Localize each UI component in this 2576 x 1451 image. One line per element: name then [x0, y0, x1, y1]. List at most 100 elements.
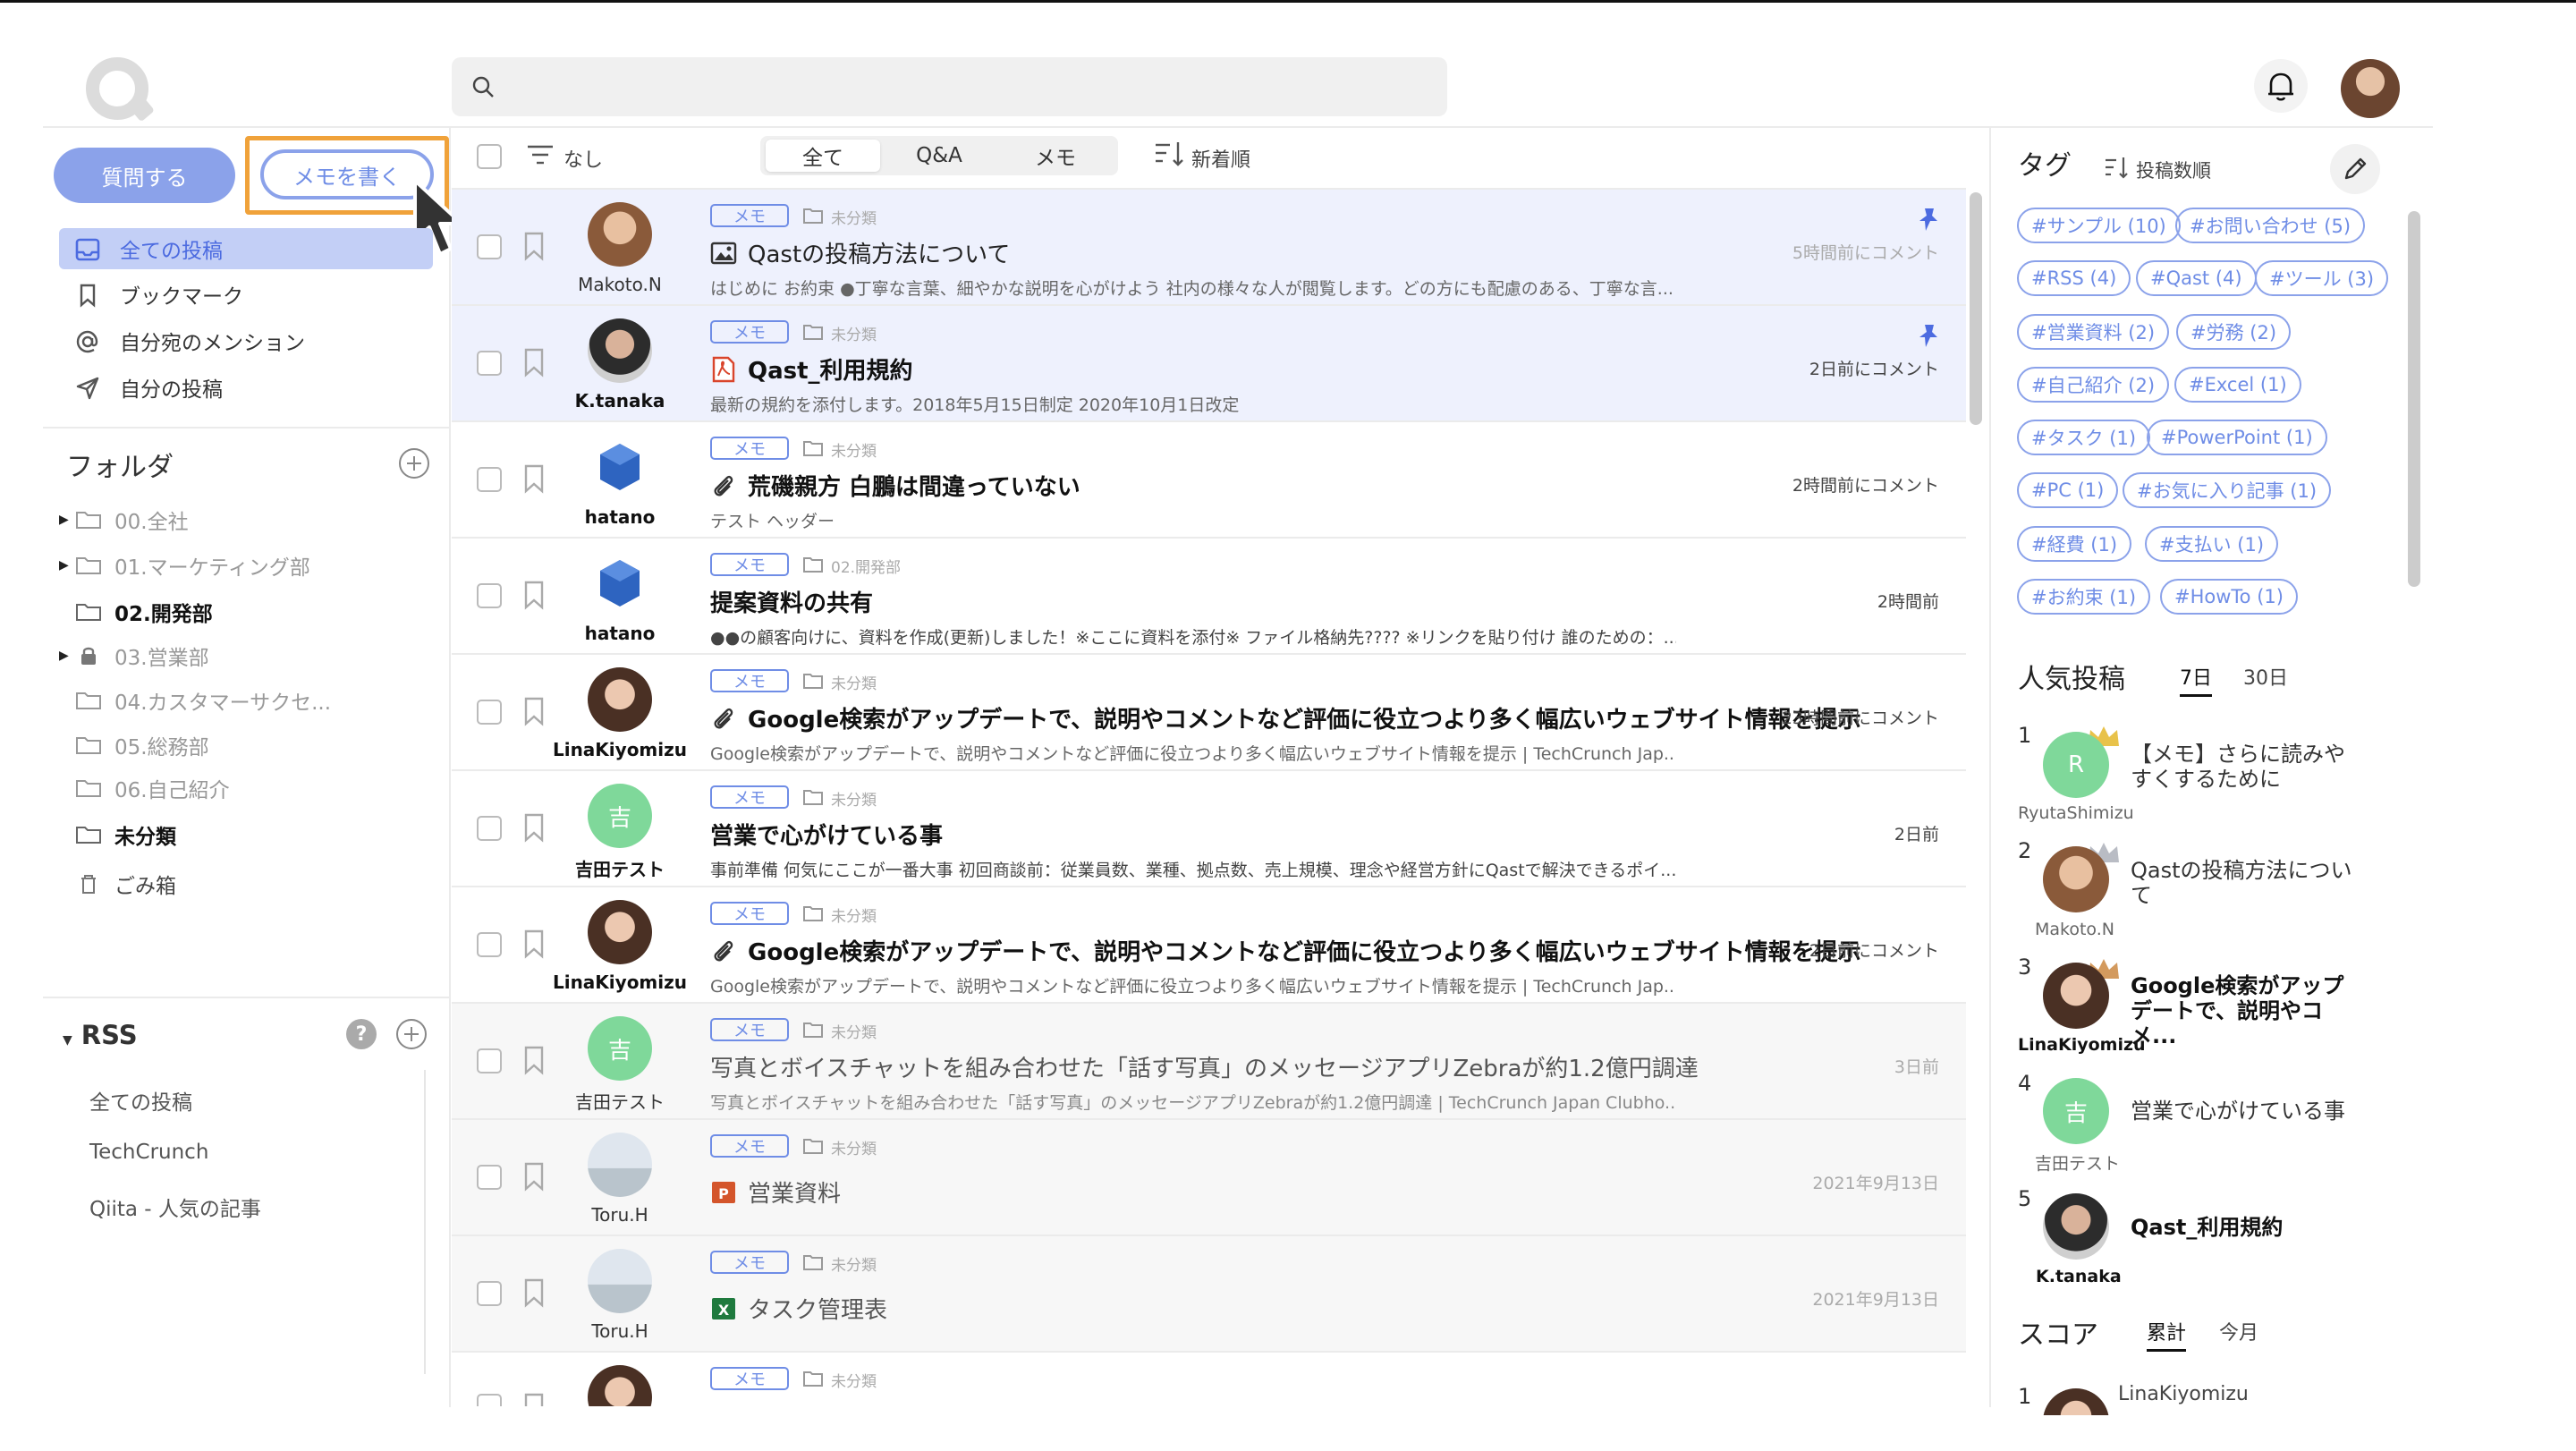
author-avatar[interactable]: 吉	[588, 784, 652, 848]
post-category[interactable]: 未分類	[831, 1252, 877, 1275]
score-tab-total[interactable]: 累計	[2147, 1317, 2187, 1352]
post-row[interactable]: K.tanaka メモ 未分類 Qast_利用規約 最新の規約を添付します。20…	[452, 306, 1966, 422]
search-bar[interactable]	[452, 57, 1447, 116]
score-user[interactable]: LinaKiyomizu	[2118, 1383, 2249, 1405]
author-avatar[interactable]	[588, 318, 652, 383]
post-category[interactable]: 未分類	[831, 322, 877, 344]
add-rss-icon[interactable]	[396, 1019, 427, 1049]
post-category[interactable]: 未分類	[831, 1369, 877, 1391]
author-avatar[interactable]	[588, 202, 652, 267]
tag-chip[interactable]: #経費 (1)	[2017, 526, 2132, 562]
author-name[interactable]: hatano	[550, 623, 690, 644]
post-checkbox[interactable]	[477, 700, 502, 725]
bookmark-icon[interactable]	[523, 696, 545, 726]
folder-item[interactable]: 未分類	[59, 817, 176, 853]
post-checkbox[interactable]	[477, 467, 502, 492]
post-title[interactable]: タスク管理表	[748, 1292, 887, 1325]
author-avatar[interactable]	[588, 1365, 652, 1406]
nav-mentions[interactable]: 自分宛のメンション	[59, 320, 433, 361]
post-title[interactable]: Google検索がアップデートで、説明やコメントなど評価に役立つより多く幅広いウ…	[748, 701, 1861, 734]
folder-item[interactable]: 05.総務部	[59, 727, 209, 763]
bookmark-icon[interactable]	[523, 463, 545, 494]
author-name[interactable]: Toru.H	[550, 1204, 690, 1226]
post-checkbox[interactable]	[477, 351, 502, 376]
nav-all-posts[interactable]: 全ての投稿	[59, 228, 433, 269]
post-row[interactable]: LinaKiyomizu メモ 未分類 Google検索がアップデートで、説明や…	[452, 887, 1966, 1004]
post-category[interactable]: 未分類	[831, 1020, 877, 1042]
author-name[interactable]: Makoto.N	[550, 274, 690, 295]
rss-item[interactable]: 全ての投稿	[89, 1085, 192, 1116]
collapse-arrow-icon[interactable]: ▼	[63, 1033, 72, 1048]
popular-author[interactable]: LinaKiyomizu	[2018, 1035, 2146, 1055]
post-checkbox[interactable]	[477, 1165, 502, 1190]
tag-chip[interactable]: #労務 (2)	[2176, 314, 2292, 350]
post-row[interactable]: hatano メモ 未分類 荒磯親方 白鵬は間違っていない テスト ヘッダー 2…	[452, 422, 1966, 539]
post-checkbox[interactable]	[477, 816, 502, 841]
expand-arrow-icon[interactable]: ▶	[59, 558, 75, 573]
tag-chip[interactable]: #HowTo (1)	[2160, 579, 2298, 615]
popular-avatar[interactable]: 吉	[2043, 1078, 2109, 1144]
post-row[interactable]: Toru.H メモ 未分類 X タスク管理表 2021年9月13日	[452, 1236, 1966, 1353]
post-title[interactable]: 写真とボイスチャットを組み合わせた「話す写真」のメッセージアプリZebraが約1…	[710, 1050, 1699, 1083]
popular-post-title[interactable]: Qast_利用規約	[2131, 1215, 2363, 1240]
author-avatar[interactable]	[588, 435, 652, 499]
nav-my-posts[interactable]: 自分の投稿	[59, 367, 433, 408]
expand-arrow-icon[interactable]: ▶	[59, 513, 75, 527]
author-name[interactable]: hatano	[550, 506, 690, 528]
post-title[interactable]: Google検索がアップデートで、説明やコメントなど評価に役立つより多く幅広いウ…	[748, 934, 1861, 967]
popular-author[interactable]: 吉田テスト	[2035, 1150, 2120, 1175]
author-avatar[interactable]	[588, 551, 652, 615]
bookmark-icon[interactable]	[523, 347, 545, 378]
post-checkbox[interactable]	[477, 1281, 502, 1306]
bookmark-icon[interactable]	[523, 1392, 545, 1406]
author-avatar[interactable]	[588, 667, 652, 732]
tags-sort-label[interactable]: 投稿数順	[2136, 157, 2211, 183]
post-title[interactable]: Qast_利用規約	[748, 352, 913, 386]
folder-item[interactable]: ▶ 03.営業部	[59, 638, 209, 674]
bookmark-icon[interactable]	[523, 929, 545, 959]
add-folder-icon[interactable]	[399, 448, 429, 479]
post-row[interactable]: 吉 吉田テスト メモ 未分類 営業で心がけている事 事前準備 何気にここが一番大…	[452, 771, 1966, 887]
post-title[interactable]: Qastの投稿方法について	[748, 236, 1010, 269]
tag-chip[interactable]: #PC (1)	[2017, 472, 2119, 508]
rss-item[interactable]: TechCrunch	[89, 1141, 208, 1164]
post-category[interactable]: 02.開発部	[831, 555, 901, 577]
post-title[interactable]: 荒磯親方 白鵬は間違っていない	[748, 469, 1080, 502]
post-title[interactable]: 営業資料	[748, 1175, 841, 1209]
post-title[interactable]: 営業で心がけている事	[710, 818, 943, 851]
filter-icon[interactable]	[526, 143, 555, 166]
popular-author[interactable]: RyutaShimizu	[2018, 803, 2134, 823]
post-category[interactable]: 未分類	[831, 671, 877, 693]
author-name[interactable]: Toru.H	[550, 1320, 690, 1342]
tag-chip[interactable]: #Excel (1)	[2174, 367, 2301, 403]
post-row[interactable]: Toru.H メモ 未分類 P 営業資料 2021年9月13日	[452, 1120, 1966, 1236]
tab-qa[interactable]: Q&A	[882, 140, 996, 172]
bookmark-icon[interactable]	[523, 231, 545, 261]
post-list-scrollbar[interactable]	[1970, 192, 1982, 425]
edit-tags-button[interactable]	[2330, 144, 2380, 194]
post-checkbox[interactable]	[477, 932, 502, 957]
popular-tab-30d[interactable]: 30日	[2243, 662, 2288, 691]
sort-icon[interactable]	[1154, 140, 1184, 168]
post-category[interactable]: 未分類	[831, 1136, 877, 1158]
popular-avatar[interactable]	[2043, 846, 2109, 912]
pin-icon[interactable]	[1916, 322, 1941, 349]
folder-item[interactable]: ▶ 00.全社	[59, 502, 189, 538]
score-tab-month[interactable]: 今月	[2219, 1317, 2258, 1345]
post-row[interactable]: Makoto.N メモ 未分類 Qastの投稿方法について はじめに お約束 ●…	[452, 190, 1966, 306]
filter-label[interactable]: なし	[564, 144, 603, 173]
tag-chip[interactable]: #サンプル (10)	[2017, 208, 2181, 243]
ask-question-button[interactable]: 質問する	[54, 148, 235, 203]
sort-label[interactable]: 新着順	[1191, 144, 1250, 173]
tag-chip[interactable]: #お気に入り記事 (1)	[2123, 472, 2332, 508]
bookmark-icon[interactable]	[523, 1045, 545, 1075]
trash-item[interactable]: ごみ箱	[59, 866, 176, 902]
post-row[interactable]: LinaKiyomizu メモ 未分類 Google検索がアップデートで、説明や…	[452, 655, 1966, 771]
bookmark-icon[interactable]	[523, 812, 545, 843]
rss-section[interactable]: ▼ RSS	[63, 1020, 138, 1050]
author-avatar[interactable]	[588, 1249, 652, 1313]
bookmark-icon[interactable]	[523, 1277, 545, 1308]
user-avatar[interactable]	[2341, 59, 2400, 118]
popular-post-title[interactable]: 【メモ】さらに読みやすくするために	[2131, 742, 2363, 792]
tag-chip[interactable]: #お問い合わせ (5)	[2175, 208, 2366, 243]
